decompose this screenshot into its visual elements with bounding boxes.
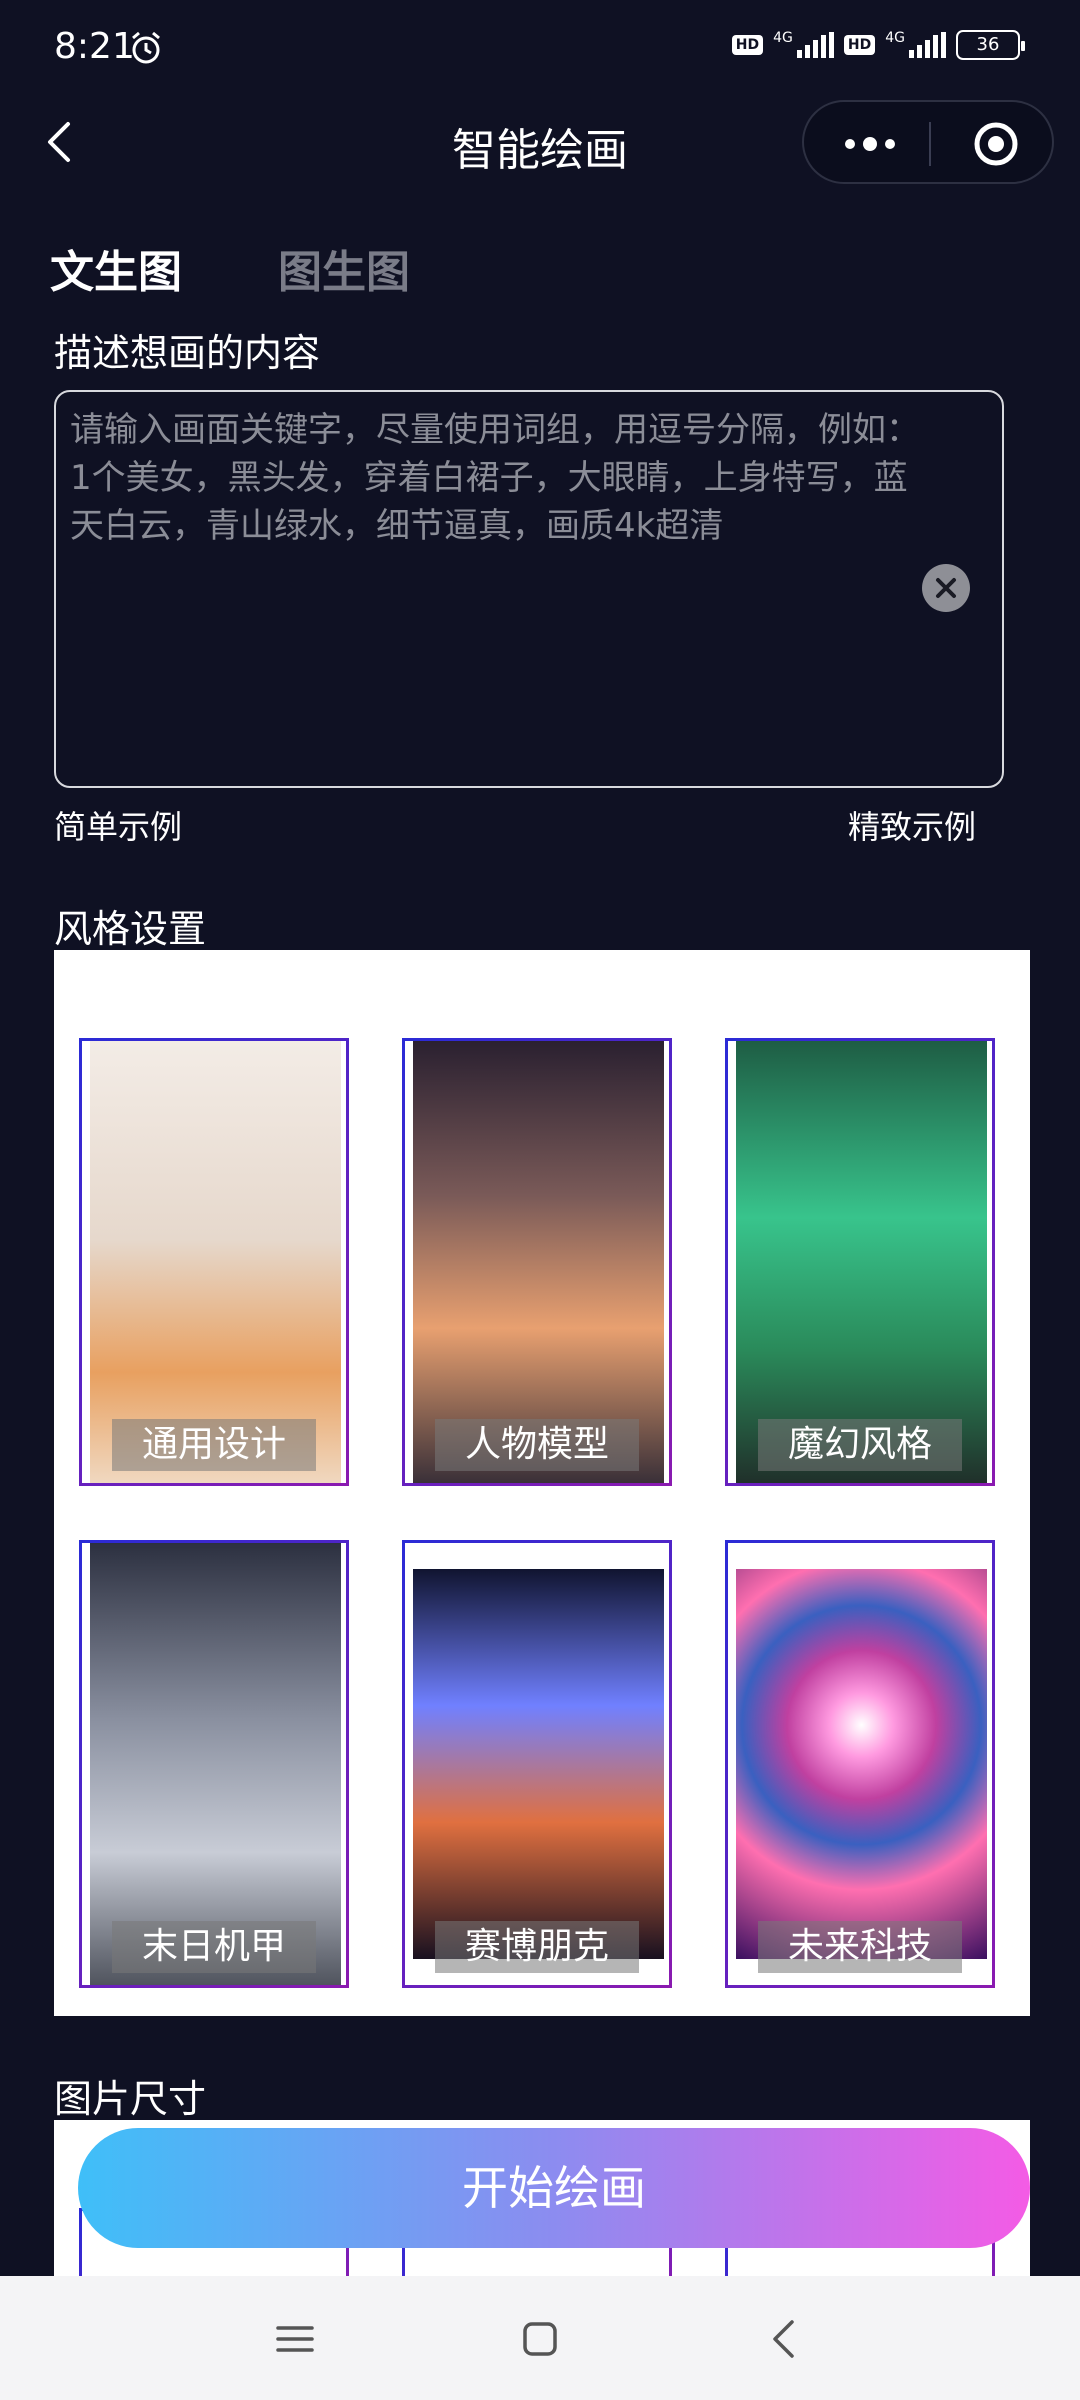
style-card-mecha[interactable]: 末日机甲 bbox=[79, 1540, 349, 1988]
tab-text-to-image[interactable]: 文生图 bbox=[50, 236, 182, 300]
style-label: 末日机甲 bbox=[112, 1921, 316, 1973]
style-thumbnail bbox=[90, 1543, 341, 1985]
style-card-fantasy[interactable]: 魔幻风格 bbox=[725, 1038, 995, 1486]
close-miniprogram-icon[interactable] bbox=[972, 120, 1020, 168]
style-settings-label: 风格设置 bbox=[54, 907, 207, 951]
system-nav-bar bbox=[0, 2276, 1080, 2400]
style-label: 通用设计 bbox=[112, 1419, 316, 1471]
style-card-cyberpunk[interactable]: 赛博朋克 bbox=[402, 1540, 672, 1988]
signal-icon bbox=[796, 32, 834, 58]
style-label: 未来科技 bbox=[758, 1921, 962, 1973]
header: 智能绘画 bbox=[0, 96, 1080, 188]
menu-icon[interactable] bbox=[270, 2314, 320, 2364]
network-label-2: 4G bbox=[885, 30, 905, 46]
mini-program-capsule bbox=[802, 100, 1054, 184]
clear-icon[interactable] bbox=[922, 564, 970, 612]
prompt-placeholder: 请输入画面关键字，尽量使用词组，用逗号分隔，例如：1个美女，黑头发，穿着白裙子，… bbox=[70, 410, 920, 546]
signal-icon-2 bbox=[909, 32, 946, 58]
status-bar: 8:21 HD 4G HD 4G 36 bbox=[0, 0, 1080, 96]
tab-image-to-image[interactable]: 图生图 bbox=[278, 236, 410, 300]
alarm-icon bbox=[132, 31, 160, 64]
image-size-label: 图片尺寸 bbox=[54, 2077, 207, 2121]
style-grid: 通用设计 人物模型 魔幻风格 末日机甲 赛博朋克 未来科技 bbox=[54, 950, 1030, 2016]
prompt-label: 描述想画的内容 bbox=[54, 331, 321, 375]
style-thumbnail bbox=[736, 1041, 987, 1483]
simple-example-link[interactable]: 简单示例 bbox=[54, 802, 182, 848]
status-indicators: HD 4G HD 4G 36 bbox=[731, 30, 1025, 60]
style-label: 魔幻风格 bbox=[758, 1419, 962, 1471]
status-time: 8:21 bbox=[54, 26, 135, 67]
style-thumbnail bbox=[736, 1569, 987, 1959]
back-nav-icon[interactable] bbox=[760, 2314, 810, 2364]
style-label: 人物模型 bbox=[435, 1419, 639, 1471]
style-card-character[interactable]: 人物模型 bbox=[402, 1038, 672, 1486]
mode-tabs: 文生图 图生图 bbox=[50, 236, 410, 300]
style-thumbnail bbox=[413, 1041, 664, 1483]
fine-example-link[interactable]: 精致示例 bbox=[848, 802, 976, 848]
style-thumbnail bbox=[90, 1041, 341, 1483]
style-card-future-tech[interactable]: 未来科技 bbox=[725, 1540, 995, 1988]
hd-badge-2: HD bbox=[843, 35, 876, 55]
style-label: 赛博朋克 bbox=[435, 1921, 639, 1973]
style-card-general[interactable]: 通用设计 bbox=[79, 1038, 349, 1486]
home-icon[interactable] bbox=[515, 2314, 565, 2364]
capsule-divider bbox=[929, 122, 931, 166]
start-drawing-button[interactable]: 开始绘画 bbox=[78, 2128, 1030, 2248]
network-label: 4G bbox=[773, 30, 793, 46]
hd-badge: HD bbox=[731, 35, 764, 55]
prompt-input[interactable]: 请输入画面关键字，尽量使用词组，用逗号分隔，例如：1个美女，黑头发，穿着白裙子，… bbox=[54, 390, 1004, 788]
battery-icon: 36 bbox=[956, 30, 1025, 60]
style-thumbnail bbox=[413, 1569, 664, 1959]
more-icon[interactable] bbox=[840, 128, 902, 160]
